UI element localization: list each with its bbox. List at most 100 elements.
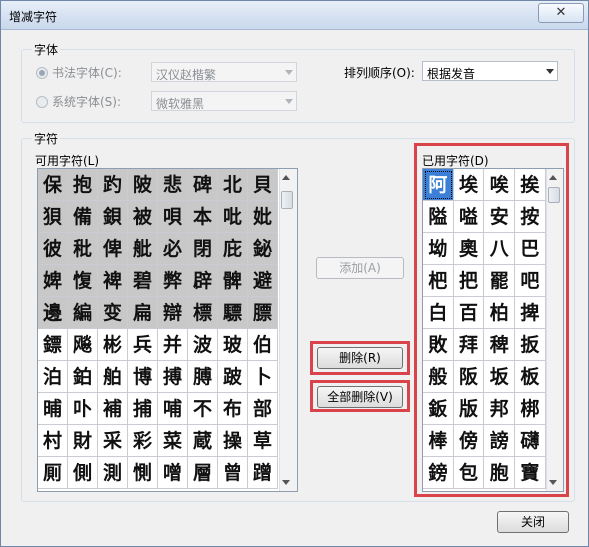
used-scrollbar[interactable]	[546, 169, 563, 491]
close-icon[interactable]: ✕	[538, 3, 584, 23]
available-char-cell[interactable]: 層	[188, 457, 218, 489]
available-char-cell[interactable]: 变	[98, 297, 128, 329]
available-char-cell[interactable]: 布	[218, 393, 248, 425]
available-char-cell[interactable]: 鏢	[38, 329, 68, 361]
available-char-cell[interactable]: 舶	[98, 361, 128, 393]
used-char-cell[interactable]: 胞	[484, 457, 516, 489]
available-char-cell[interactable]: 飚	[68, 329, 98, 361]
used-char-cell[interactable]: 白	[423, 297, 454, 329]
available-char-cell[interactable]: 惻	[128, 457, 158, 489]
delete-button[interactable]: 删除(R)	[317, 347, 403, 369]
used-char-cell[interactable]: 按	[515, 201, 546, 233]
used-char-cell[interactable]: 包	[453, 457, 485, 489]
used-char-cell[interactable]: 坳	[423, 233, 454, 265]
used-char-cell[interactable]: 板	[515, 361, 546, 393]
sort-order-select[interactable]: 根据发音	[422, 61, 558, 81]
available-char-cell[interactable]: 厠	[38, 457, 68, 489]
used-char-cell[interactable]: 把	[453, 265, 485, 297]
used-char-cell[interactable]: 阿	[423, 169, 454, 201]
used-char-cell[interactable]: 版	[453, 393, 485, 425]
scroll-down-icon[interactable]	[282, 480, 290, 485]
used-char-cell[interactable]: 扳	[515, 329, 546, 361]
available-char-cell[interactable]: 扁	[128, 297, 158, 329]
scroll-thumb[interactable]	[548, 187, 560, 203]
used-char-cell[interactable]: 阪	[453, 361, 485, 393]
used-char-cell[interactable]: 鎊	[423, 457, 454, 489]
used-char-cell[interactable]: 挨	[515, 169, 546, 201]
used-char-cell[interactable]: 百	[453, 297, 485, 329]
available-char-cell[interactable]: 曾	[218, 457, 248, 489]
available-char-cell[interactable]: 蹭	[248, 457, 278, 489]
available-char-cell[interactable]: 狽	[38, 201, 68, 233]
scroll-up-icon[interactable]	[549, 175, 557, 180]
used-char-cell[interactable]: 棒	[423, 425, 454, 457]
available-char-cell[interactable]: 標	[188, 297, 218, 329]
used-char-cell[interactable]: 拜	[453, 329, 485, 361]
available-char-cell[interactable]: 閉	[188, 233, 218, 265]
available-char-cell[interactable]: 玻	[218, 329, 248, 361]
available-chars-grid[interactable]: 保抱趵陂悲碑北貝狽備鋇被唄本吡妣彼秕俾舭必閉庇鉍婢愎裨碧弊辟髀避邊編变扁辯標驃膘…	[37, 168, 298, 492]
available-char-cell[interactable]: 操	[218, 425, 248, 457]
available-char-cell[interactable]: 彼	[38, 233, 68, 265]
available-char-cell[interactable]: 妣	[248, 201, 278, 233]
available-char-cell[interactable]: 弊	[158, 265, 188, 297]
available-char-cell[interactable]: 碑	[188, 169, 218, 201]
available-char-cell[interactable]: 陂	[128, 169, 158, 201]
available-char-cell[interactable]: 婢	[38, 265, 68, 297]
available-char-cell[interactable]: 抱	[68, 169, 98, 201]
available-char-cell[interactable]: 編	[68, 297, 98, 329]
used-chars-grid[interactable]: 阿埃唉挨隘嗌安按坳奧八巴杷把罷吧白百柏捭敗拜稗扳般阪坂板鈑版邦梆棒傍謗礴鎊包胞寶	[422, 168, 564, 492]
system-font-radio[interactable]	[36, 96, 48, 108]
available-char-cell[interactable]: 哺	[158, 393, 188, 425]
available-char-cell[interactable]: 卜	[248, 361, 278, 393]
available-char-cell[interactable]: 并	[158, 329, 188, 361]
available-char-cell[interactable]: 鉑	[68, 361, 98, 393]
scroll-thumb[interactable]	[281, 191, 293, 209]
scroll-up-icon[interactable]	[282, 175, 290, 180]
used-char-cell[interactable]: 梆	[515, 393, 546, 425]
used-char-cell[interactable]: 埃	[453, 169, 485, 201]
used-char-cell[interactable]: 邦	[484, 393, 516, 425]
available-char-cell[interactable]: 必	[158, 233, 188, 265]
available-char-cell[interactable]: 跛	[218, 361, 248, 393]
delete-all-button[interactable]: 全部删除(V)	[317, 386, 403, 408]
used-char-cell[interactable]: 巴	[515, 233, 546, 265]
close-button[interactable]: 关闭	[497, 511, 569, 533]
available-char-cell[interactable]: 北	[218, 169, 248, 201]
available-char-cell[interactable]: 村	[38, 425, 68, 457]
used-char-cell[interactable]: 鈑	[423, 393, 454, 425]
available-char-cell[interactable]: 鋇	[98, 201, 128, 233]
used-char-cell[interactable]: 謗	[484, 425, 516, 457]
used-char-cell[interactable]: 寶	[515, 457, 546, 489]
available-char-cell[interactable]: 卟	[68, 393, 98, 425]
available-char-cell[interactable]: 舭	[128, 233, 158, 265]
available-char-cell[interactable]: 唄	[158, 201, 188, 233]
available-char-cell[interactable]: 伯	[248, 329, 278, 361]
available-char-cell[interactable]: 髀	[218, 265, 248, 297]
available-char-cell[interactable]: 碧	[128, 265, 158, 297]
calligraphy-font-radio[interactable]	[36, 67, 48, 79]
available-char-cell[interactable]: 俾	[98, 233, 128, 265]
used-char-cell[interactable]: 隘	[423, 201, 454, 233]
scroll-down-icon[interactable]	[549, 480, 557, 485]
used-char-cell[interactable]: 嗌	[453, 201, 485, 233]
available-char-cell[interactable]: 吡	[218, 201, 248, 233]
available-char-cell[interactable]: 邊	[38, 297, 68, 329]
system-font-select[interactable]: 微软雅黑	[151, 91, 297, 111]
available-char-cell[interactable]: 秕	[68, 233, 98, 265]
available-char-cell[interactable]: 波	[188, 329, 218, 361]
available-char-cell[interactable]: 被	[128, 201, 158, 233]
available-char-cell[interactable]: 晡	[38, 393, 68, 425]
available-char-cell[interactable]: 膘	[248, 297, 278, 329]
available-char-cell[interactable]: 庇	[218, 233, 248, 265]
used-char-cell[interactable]: 唉	[484, 169, 516, 201]
available-char-cell[interactable]: 本	[188, 201, 218, 233]
available-char-cell[interactable]: 悲	[158, 169, 188, 201]
used-char-cell[interactable]: 奧	[453, 233, 485, 265]
available-char-cell[interactable]: 兵	[128, 329, 158, 361]
available-char-cell[interactable]: 保	[38, 169, 68, 201]
available-char-cell[interactable]: 膊	[188, 361, 218, 393]
available-char-cell[interactable]: 貝	[248, 169, 278, 201]
used-char-cell[interactable]: 礴	[515, 425, 546, 457]
used-char-cell[interactable]: 稗	[484, 329, 516, 361]
